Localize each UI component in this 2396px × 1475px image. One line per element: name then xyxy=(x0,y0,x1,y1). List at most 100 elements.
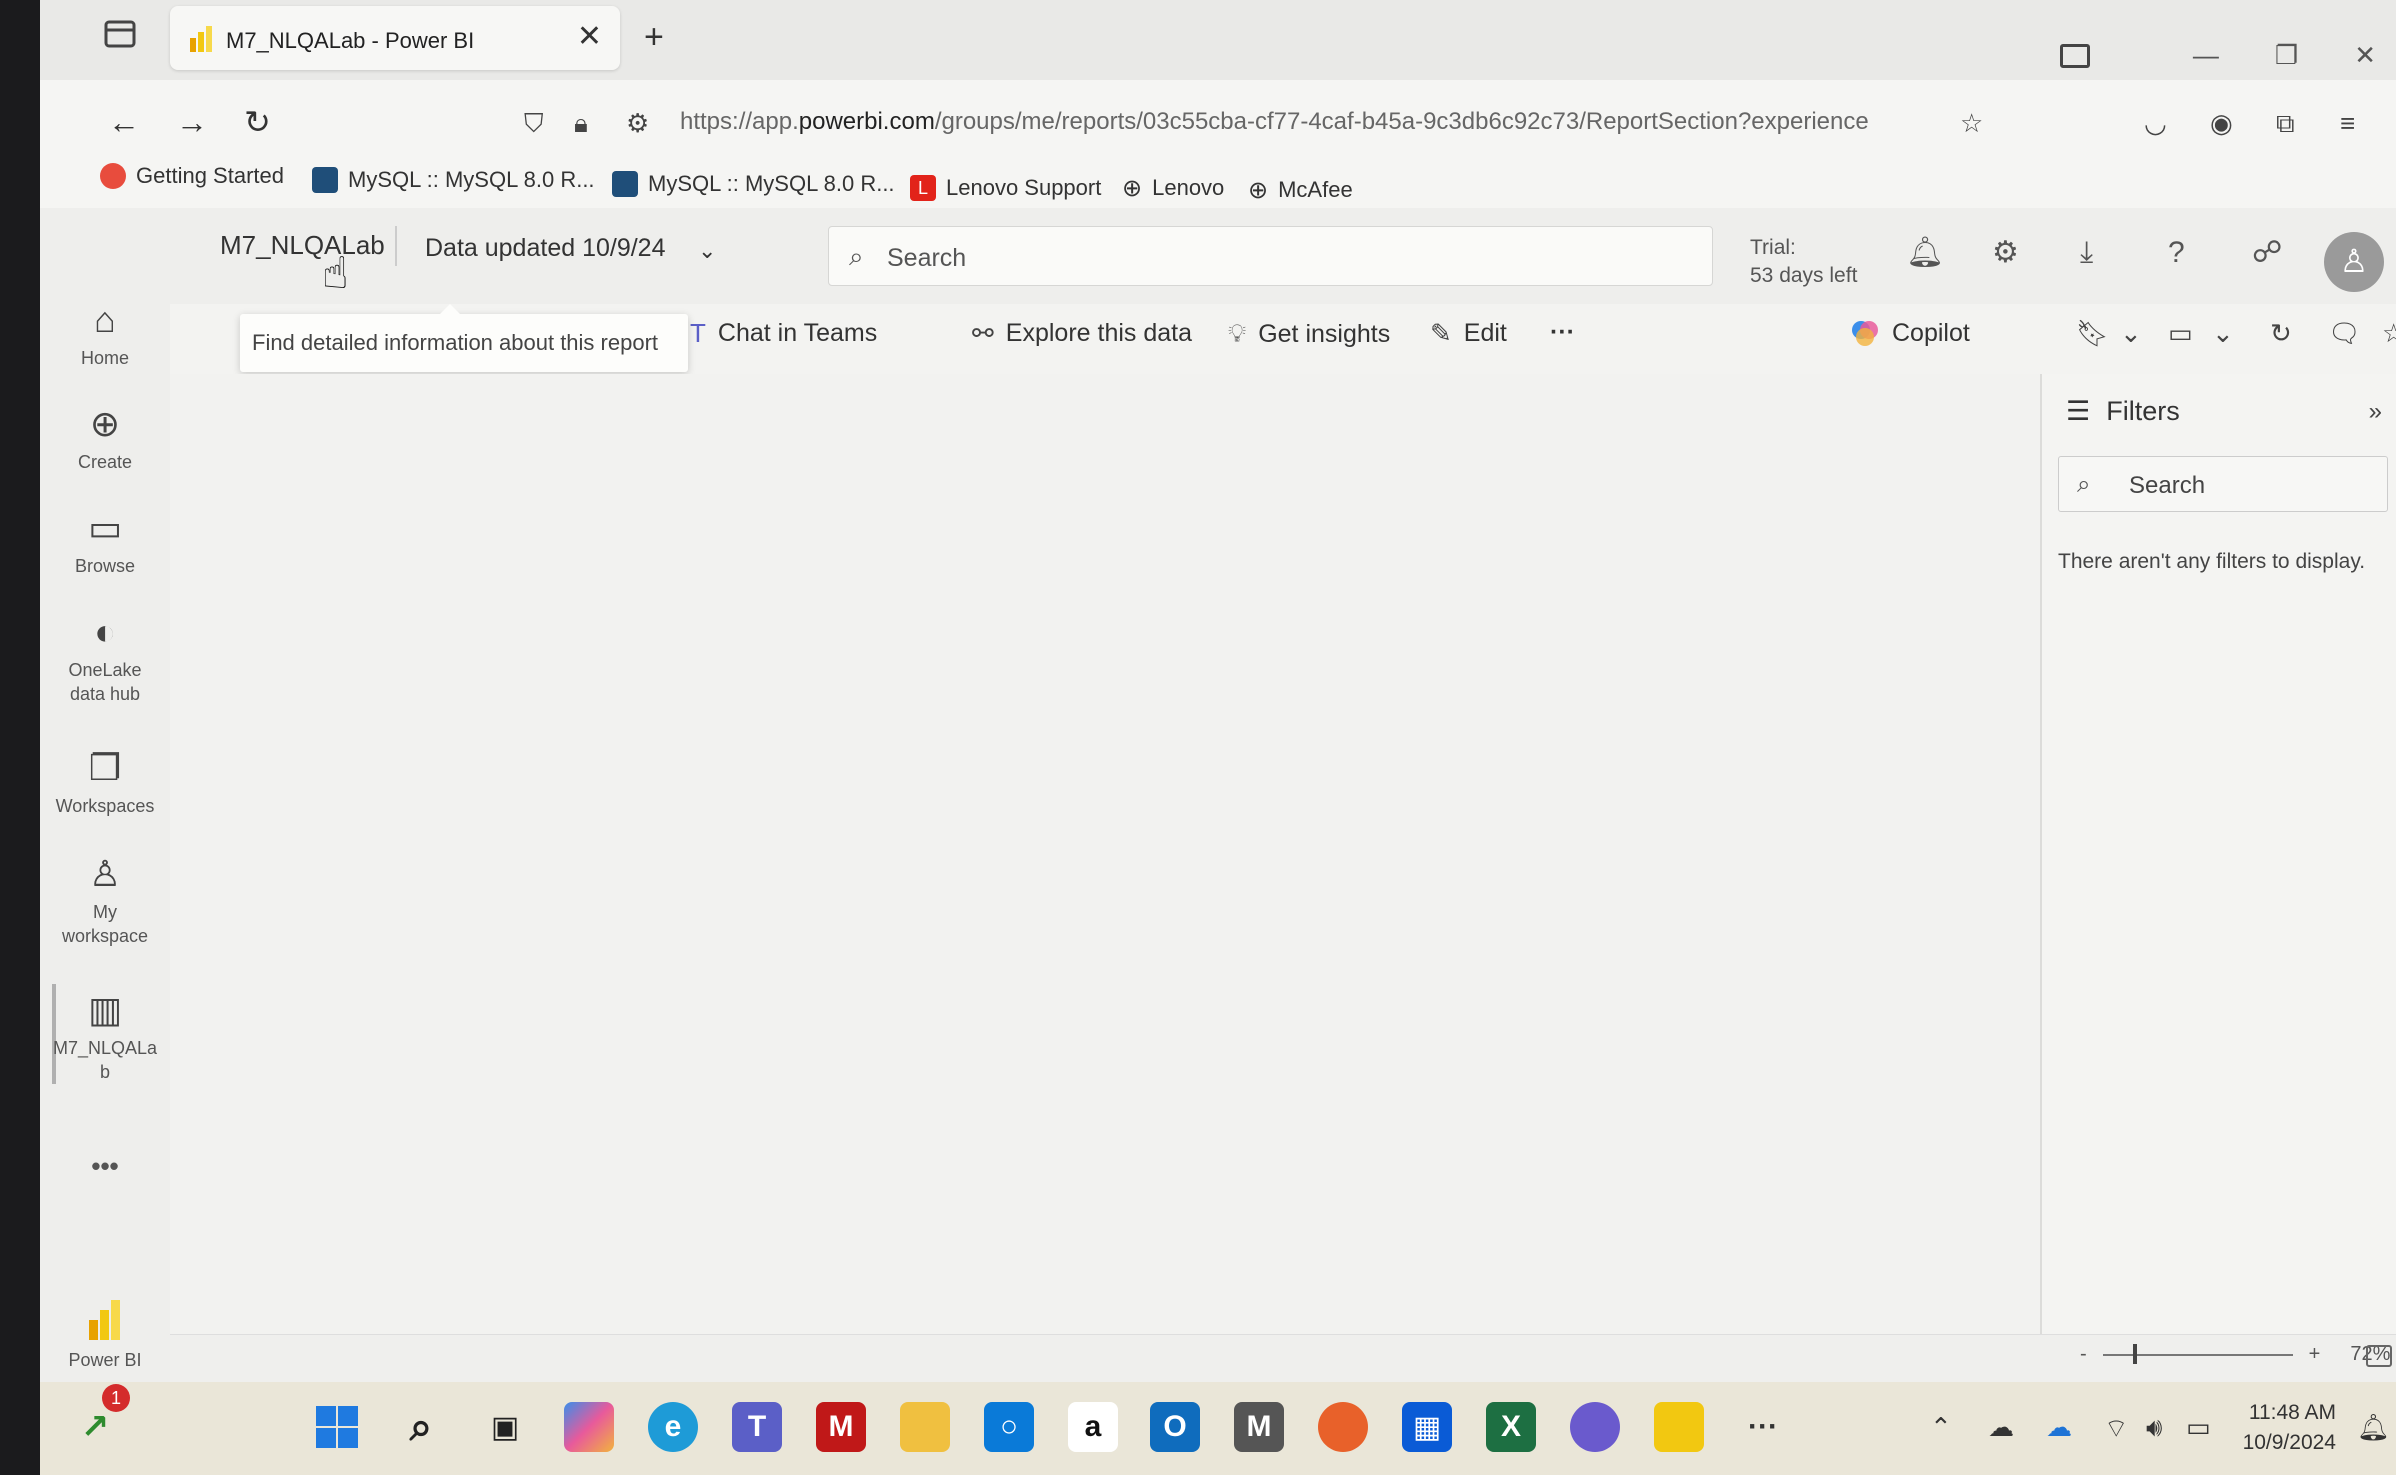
tab-close-icon[interactable]: ✕ xyxy=(577,22,602,52)
teams-app-icon[interactable]: T xyxy=(732,1402,782,1452)
notification-bell-icon[interactable]: 🔔︎ xyxy=(2357,1412,2390,1443)
nav-report-m7-nlqalab[interactable]: ▥ M7_NLQALa b xyxy=(40,990,170,1084)
cloud-icon[interactable]: ☁︎ xyxy=(1988,1412,2014,1443)
more-apps-button[interactable]: ··· xyxy=(1738,1402,1788,1452)
picture-in-picture-icon[interactable] xyxy=(2060,44,2090,68)
zoom-slider-thumb[interactable] xyxy=(2132,1343,2137,1364)
pocket-icon[interactable]: ◡ xyxy=(2144,108,2167,139)
url-text[interactable]: https://app.powerbi.com/groups/me/report… xyxy=(680,108,1930,136)
filters-pane: ☰ Filters » ⌕ Search There aren't any fi… xyxy=(2040,374,2396,1334)
favorite-star-icon[interactable]: ☆ xyxy=(2382,318,2396,349)
back-icon[interactable]: ← xyxy=(108,106,140,138)
nav-browse[interactable]: ▭ Browse xyxy=(40,508,170,578)
file-explorer-icon[interactable] xyxy=(900,1402,950,1452)
report-name-button[interactable]: M7_NLQALab xyxy=(220,230,385,261)
bookmark-getting-started[interactable]: Getting Started xyxy=(100,156,284,196)
search-input[interactable]: ⌕ Search xyxy=(828,226,1713,286)
chevron-down-icon[interactable]: ⌄ xyxy=(2212,318,2234,349)
powerbi-taskbar-icon[interactable] xyxy=(1654,1402,1704,1452)
outlook-icon[interactable]: O xyxy=(1150,1402,1200,1452)
get-insights-button[interactable]: 💡︎ Get insights xyxy=(1228,318,1390,350)
chat-in-teams-button[interactable]: T Chat in Teams xyxy=(690,318,877,349)
collapse-filters-icon[interactable]: » xyxy=(2369,398,2382,426)
zoom-out-button[interactable]: - xyxy=(2080,1343,2087,1366)
nav-powerbi-home[interactable]: Power BI xyxy=(40,1298,170,1372)
bookmark-mcafee[interactable]: ⊕ McAfee xyxy=(1248,170,1353,210)
edge-icon[interactable]: e xyxy=(648,1402,698,1452)
windows-start-icon[interactable] xyxy=(312,1402,362,1452)
bookmark-mysql-1[interactable]: MySQL :: MySQL 8.0 R... xyxy=(312,160,595,200)
task-view-icon[interactable]: ▣ xyxy=(480,1402,530,1452)
more-options-button[interactable]: ··· xyxy=(1550,318,1575,347)
search-icon[interactable]: ⌕ xyxy=(396,1402,446,1452)
m365-icon[interactable] xyxy=(1570,1402,1620,1452)
wifi-icon[interactable]: ⌔ xyxy=(2104,1412,2128,1445)
copilot-app-icon[interactable] xyxy=(564,1402,614,1452)
close-window-icon[interactable]: ✕ xyxy=(2354,40,2376,71)
nav-onelake-data-hub[interactable]: ◐ OneLake data hub xyxy=(40,612,170,706)
bookmark-star-icon[interactable]: ☆ xyxy=(1960,108,1983,139)
help-icon[interactable]: ? xyxy=(2168,238,2185,268)
zoom-slider[interactable] xyxy=(2102,1343,2293,1364)
comment-icon[interactable]: 🗨︎ xyxy=(2328,318,2361,349)
browser-tab-active[interactable]: M7_NLQALab - Power BI ✕ xyxy=(170,6,620,70)
volume-icon[interactable]: 🔊︎ xyxy=(2146,1412,2162,1444)
menu-icon[interactable]: ≡ xyxy=(2340,108,2355,139)
minimize-icon[interactable]: — xyxy=(2193,40,2219,71)
bookmark-mysql-2[interactable]: MySQL :: MySQL 8.0 R... xyxy=(612,164,895,204)
lightbulb-icon: 💡︎ xyxy=(1228,318,1247,348)
account-icon[interactable]: ◉ xyxy=(2210,108,2233,139)
chevron-up-icon[interactable]: ⌃ xyxy=(1930,1412,1952,1443)
bookmark-lenovo[interactable]: ⊕ Lenovo xyxy=(1122,168,1224,208)
bookmark-icon[interactable]: 🔖︎ xyxy=(2076,318,2109,349)
gear-icon[interactable]: ⚙︎ xyxy=(1992,238,2019,268)
excel-icon[interactable]: X xyxy=(1486,1402,1536,1452)
firefox-taskbar-icon[interactable] xyxy=(1318,1402,1368,1452)
microsoft-store-icon[interactable]: ▦ xyxy=(1402,1402,1452,1452)
chevron-down-icon[interactable]: ⌄ xyxy=(2120,318,2142,349)
permissions-icon[interactable]: ⚙︎ xyxy=(626,108,649,139)
nav-more-button[interactable]: ••• xyxy=(40,1153,170,1179)
filters-search-input[interactable]: ⌕ Search xyxy=(2058,456,2388,512)
taskbar-clock[interactable]: 11:48 AM 10/9/2024 xyxy=(2243,1398,2336,1458)
copilot-button[interactable]: Copilot xyxy=(1850,318,1970,348)
zoom-in-button[interactable]: + xyxy=(2309,1343,2321,1366)
forward-icon[interactable]: → xyxy=(176,106,208,138)
onedrive-icon[interactable]: ☁︎ xyxy=(2046,1412,2072,1443)
address-bar[interactable]: ⛉ 🔒︎ ⚙︎ https://app.powerbi.com/groups/m… xyxy=(480,96,2005,150)
nav-create[interactable]: ⊕ Create xyxy=(40,404,170,474)
report-canvas[interactable] xyxy=(170,374,2080,1334)
chevron-down-icon[interactable]: ⌄ xyxy=(698,238,716,264)
browser-nav-bar: ← → ↻ ⛉ 🔒︎ ⚙︎ https://app.powerbi.com/gr… xyxy=(40,80,2396,166)
edit-button[interactable]: ✎ Edit xyxy=(1430,318,1507,349)
tab-list-icon[interactable] xyxy=(100,16,140,52)
data-updated-dropdown[interactable]: Data updated 10/9/24 xyxy=(425,234,665,263)
view-icon[interactable]: ▭ xyxy=(2168,318,2193,349)
shield-icon[interactable]: ⛉ xyxy=(524,108,544,140)
explore-data-button[interactable]: ⚯ Explore this data xyxy=(972,318,1192,349)
m-app-icon[interactable]: M xyxy=(1234,1402,1284,1452)
cortana-app-icon[interactable]: ○ xyxy=(984,1402,1034,1452)
extensions-icon[interactable]: ⧉ xyxy=(2276,108,2295,140)
lock-icon[interactable]: 🔒︎ xyxy=(574,108,588,140)
avatar[interactable]: ♙ xyxy=(2324,232,2384,292)
nav-workspaces[interactable]: ❐ Workspaces xyxy=(40,748,170,818)
restore-icon[interactable]: ❐ xyxy=(2275,40,2298,71)
mcafee-app-icon[interactable]: M xyxy=(816,1402,866,1452)
battery-icon[interactable]: ▭ xyxy=(2186,1412,2211,1443)
filters-empty-message: There aren't any filters to display. xyxy=(2058,550,2366,573)
bell-icon[interactable]: 🔔︎ xyxy=(1906,238,1944,268)
nav-my-workspace[interactable]: ♙ My workspace xyxy=(40,854,170,948)
bookmark-lenovo-support[interactable]: L Lenovo Support xyxy=(910,168,1101,208)
reload-icon[interactable]: ↻ xyxy=(244,106,271,138)
feedback-icon[interactable]: ☍ xyxy=(2252,238,2282,268)
amazon-icon[interactable]: a xyxy=(1068,1402,1118,1452)
new-tab-button[interactable]: + xyxy=(644,20,664,54)
notification-badge: 1 xyxy=(102,1384,130,1412)
screen: M7_NLQALab - Power BI ✕ + — ❐ ✕ ← → ↻ ⛉ … xyxy=(40,0,2396,1475)
fit-to-page-icon[interactable] xyxy=(2366,1345,2392,1367)
refresh-icon[interactable]: ↻ xyxy=(2270,318,2292,349)
download-icon[interactable]: ⤓ xyxy=(2080,238,2093,268)
powerbi-header: M7_NLQALab Data updated 10/9/24 ⌄ ⌕ Sear… xyxy=(40,208,2396,304)
nav-home[interactable]: ⌂ Home xyxy=(40,300,170,370)
